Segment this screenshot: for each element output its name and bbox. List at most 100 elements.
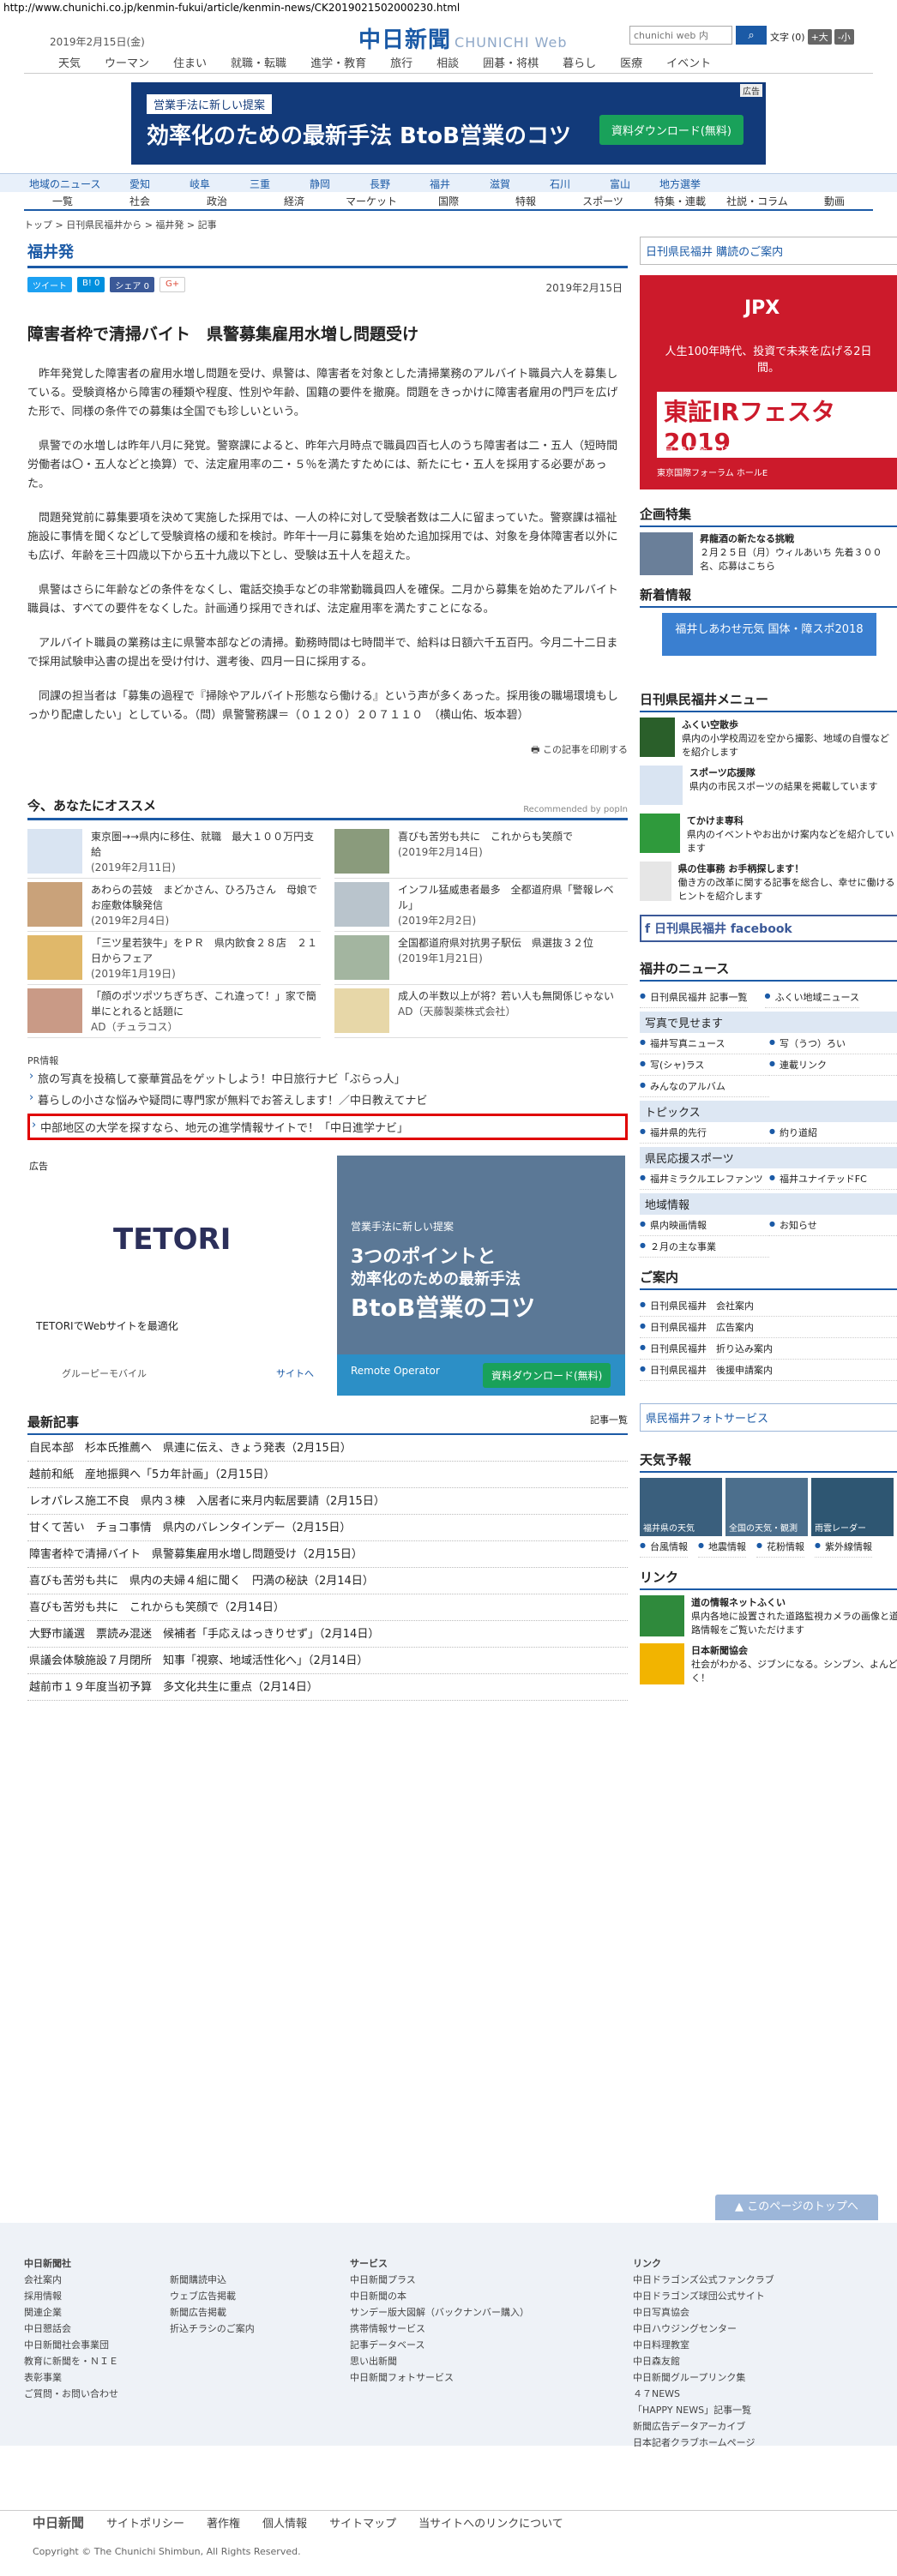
- facebook-share-button[interactable]: シェア 0: [110, 277, 154, 292]
- recommend-item[interactable]: 「顔のポツポツちぎちぎ、これ違って！」家で簡単にとれると話題に AD（チュラコス）: [27, 985, 321, 1038]
- footer-link[interactable]: 中日ドラゴンズ球団公式サイト: [633, 2288, 864, 2304]
- footer-link[interactable]: 会社案内: [24, 2272, 170, 2288]
- region-item[interactable]: 三重: [230, 177, 290, 191]
- pr-link[interactable]: 暮らしの小さな悩みや疑問に専門家が無料でお答えします！／中日教えてナビ: [27, 1089, 628, 1110]
- footer-link[interactable]: 中日料理教室: [633, 2337, 864, 2353]
- footer-link[interactable]: 新聞購読申込: [170, 2272, 350, 2288]
- print-link[interactable]: 🖶 この記事を印刷する: [27, 742, 628, 759]
- side-link[interactable]: 日刊県民福井 広告案内: [640, 1317, 897, 1338]
- category-item[interactable]: 動画: [796, 194, 873, 208]
- footer-link[interactable]: 中日新聞社会事業団: [24, 2337, 170, 2353]
- footer-link[interactable]: 折込チラシのご案内: [170, 2321, 350, 2337]
- ad-r-download-button[interactable]: 資料ダウンロード(無料): [483, 1363, 611, 1388]
- ad-site-link[interactable]: サイトへ: [276, 1366, 314, 1380]
- footer-link[interactable]: 中日写真協会: [633, 2304, 864, 2321]
- footer-link[interactable]: 「HAPPY NEWS」記事一覧: [633, 2402, 864, 2418]
- side-link[interactable]: 花粉情報: [756, 1536, 804, 1558]
- tetori-ad[interactable]: 広告 TETORI TETORIでWebサイトを最適化 グルーピーモバイル サイ…: [27, 1156, 323, 1396]
- footer-link[interactable]: 著作権: [207, 2514, 240, 2531]
- news-item[interactable]: 越前市１９年度当初予算 多文化共生に重点（2月14日）: [27, 1674, 628, 1701]
- recommend-item[interactable]: インフル猛威患者最多 全都道府県「警報レベル」 (2019年2月2日): [334, 879, 628, 932]
- category-item[interactable]: スポーツ: [564, 194, 641, 208]
- search-input[interactable]: [629, 26, 732, 45]
- category-item[interactable]: 特集・連載: [641, 194, 719, 208]
- footer-link[interactable]: 教育に新聞を・ＮＩＥ: [24, 2353, 170, 2369]
- recommend-item[interactable]: 東京圏→→県内に移住、就職 最大１００万円支給 (2019年2月11日): [27, 826, 321, 879]
- side-link[interactable]: 地震情報: [698, 1536, 746, 1558]
- footer-link[interactable]: サイトポリシー: [106, 2514, 184, 2531]
- side-link[interactable]: 日刊県民福井 折り込み案内: [640, 1338, 897, 1360]
- footer-link[interactable]: 記事データベース: [350, 2337, 633, 2353]
- gnav-item[interactable]: 相談: [436, 54, 459, 70]
- gnav-item[interactable]: 医療: [620, 54, 642, 70]
- link-item[interactable]: 日本新聞協会 社会がわかる、ジブンになる。シンブン、よんどく！: [640, 1643, 897, 1684]
- footer-link[interactable]: 中日ハウジングセンター: [633, 2321, 864, 2337]
- news-item[interactable]: 喜びも苦労も共に 県内の夫婦４組に聞く 円満の秘訣（2月14日）: [27, 1568, 628, 1594]
- region-item[interactable]: 岐阜: [170, 177, 230, 191]
- footer-link[interactable]: 中日新聞プラス: [350, 2272, 633, 2288]
- news-item[interactable]: レオパレス施工不良 県内３棟 入居者に来月内転居要請（2月15日）: [27, 1488, 628, 1515]
- news-list-link[interactable]: 記事一覧: [590, 1413, 628, 1431]
- side-link[interactable]: 写（うつ）ろい: [769, 1033, 897, 1054]
- recommend-item[interactable]: 成人の半数以上が将？若い人も無関係じゃない AD（天藤製薬株式会社）: [334, 985, 628, 1038]
- news-item[interactable]: 喜びも苦労も共に これからも笑顔で（2月14日）: [27, 1594, 628, 1621]
- footer-link[interactable]: 日本記者クラブホームページ: [633, 2435, 864, 2451]
- side-link[interactable]: 連載リンク: [769, 1054, 897, 1076]
- gnav-item[interactable]: 住まい: [173, 54, 207, 70]
- gnav-item[interactable]: 天気: [58, 54, 81, 70]
- footer-link[interactable]: 中日新聞の本: [350, 2288, 633, 2304]
- side-link[interactable]: 日刊県民福井 会社案内: [640, 1295, 897, 1317]
- side-link[interactable]: みんなのアルバム: [640, 1076, 769, 1097]
- kokutai-banner[interactable]: 福井しあわせ元気 国体・障スポ2018: [662, 613, 876, 656]
- footer-link[interactable]: サイトマップ: [329, 2514, 396, 2531]
- weather-japan[interactable]: 全国の天気・観測: [725, 1478, 808, 1536]
- gnav-item[interactable]: 就職・転職: [231, 54, 286, 70]
- region-item[interactable]: 石川: [530, 177, 590, 191]
- side-link[interactable]: 福井写真ニュース: [640, 1033, 769, 1054]
- recommend-item[interactable]: 「三ツ星若狭牛」をＰＲ 県内飲食２８店 ２１日からフェア (2019年1月19日): [27, 932, 321, 985]
- gnav-item[interactable]: ウーマン: [105, 54, 149, 70]
- gnav-item[interactable]: イベント: [666, 54, 711, 70]
- rain-radar[interactable]: 雨雲レーダー: [811, 1478, 894, 1536]
- side-link[interactable]: ２月の主な事業: [640, 1236, 769, 1258]
- footer-link[interactable]: ウェブ広告掲載: [170, 2288, 350, 2304]
- weather-fukui[interactable]: 福井県の天気: [640, 1478, 722, 1536]
- menu-item[interactable]: ふくい空散歩 県内の小学校周辺を空から撮影、地域の自慢などを紹介します: [640, 718, 897, 760]
- menu-item[interactable]: スポーツ応援隊 県内の市民スポーツの結果を掲載しています: [640, 766, 897, 808]
- site-logo[interactable]: 中日新聞 CHUNICHI Web: [358, 22, 568, 54]
- news-item[interactable]: 自民本部 杉本氏推薦へ 県連に伝え、きょう発表（2月15日）: [27, 1435, 628, 1462]
- side-link[interactable]: 日刊県民福井 記事一覧: [640, 987, 748, 1008]
- footer-link[interactable]: 表彰事業: [24, 2369, 170, 2386]
- news-item[interactable]: 甘くて苦い チョコ事情 県内のバレンタインデー（2月15日）: [27, 1515, 628, 1541]
- pr-link[interactable]: 旅の写真を投稿して豪華賞品をゲットしよう！中日旅行ナビ「ぶらっ人」: [27, 1067, 628, 1089]
- footer-link[interactable]: ４７NEWS: [633, 2386, 864, 2402]
- category-item[interactable]: 経済: [256, 194, 333, 208]
- breadcrumb[interactable]: トップ > 日刊県民福井から > 福井発 > 記事: [24, 218, 873, 231]
- footer-link[interactable]: 中日森友館: [633, 2353, 864, 2369]
- footer-logo[interactable]: 中日新聞: [33, 2513, 84, 2531]
- region-item[interactable]: 富山: [590, 177, 650, 191]
- footer-link[interactable]: 中日ドラゴンズ公式ファンクラブ: [633, 2272, 864, 2288]
- footer-link[interactable]: 新聞広告掲載: [170, 2304, 350, 2321]
- facebook-link[interactable]: f 日刊県民福井 facebook: [640, 915, 897, 942]
- footer-link[interactable]: 新聞広告データアーカイブ: [633, 2418, 864, 2435]
- side-link[interactable]: 写(シャ)ラス: [640, 1054, 769, 1076]
- category-item[interactable]: 国際: [410, 194, 487, 208]
- side-link[interactable]: 約り道紹: [769, 1122, 897, 1144]
- subscribe-banner[interactable]: 日刊県民福井 購読のご案内: [640, 237, 897, 265]
- footer-link[interactable]: 思い出新聞: [350, 2353, 633, 2369]
- category-item[interactable]: 社説・コラム: [719, 194, 796, 208]
- footer-link[interactable]: 中日懇話会: [24, 2321, 170, 2337]
- footer-link[interactable]: 当サイトへのリンクについて: [418, 2514, 563, 2531]
- side-link[interactable]: ふくい地域ニュース: [764, 987, 859, 1008]
- side-link[interactable]: 紫外線情報: [815, 1536, 872, 1558]
- category-item[interactable]: 特報: [487, 194, 564, 208]
- font-bigger-button[interactable]: +大: [807, 29, 832, 45]
- photo-service-banner[interactable]: 県民福井フォトサービス: [640, 1403, 897, 1432]
- recommend-item[interactable]: 全国都道府県対抗男子駅伝 県選抜３２位 (2019年1月21日): [334, 932, 628, 985]
- gnav-item[interactable]: 旅行: [390, 54, 412, 70]
- recommend-item[interactable]: あわらの芸妓 まどかさん、ひろ乃さん 母娘でお座敷体験発信 (2019年2月4日): [27, 879, 321, 932]
- news-item[interactable]: 大野市議選 票読み混迷 候補者「手応えはっきりせず」（2月14日）: [27, 1621, 628, 1648]
- recommend-item[interactable]: 喜びも苦労も共に これからも笑顔で (2019年2月14日): [334, 826, 628, 879]
- footer-link[interactable]: 関連企業: [24, 2304, 170, 2321]
